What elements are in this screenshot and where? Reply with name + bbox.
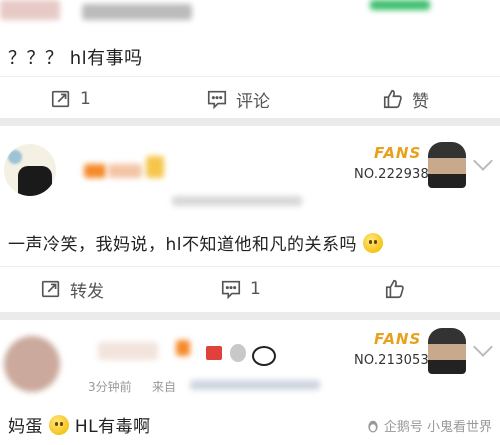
- blurred-username: [0, 0, 60, 20]
- like-button[interactable]: [384, 267, 406, 311]
- comment-label: 评论: [236, 91, 270, 112]
- blurred-username: [108, 164, 142, 178]
- smile-emoji-icon: [362, 233, 383, 253]
- post-actions: 1 评论 赞: [0, 76, 500, 121]
- repost-icon: [51, 90, 70, 108]
- smile-emoji-icon: [48, 415, 69, 435]
- post-text-pre: 妈蛋: [8, 417, 43, 437]
- like-label: 赞: [412, 91, 429, 112]
- post-card-2: FANS NO.222938 一声冷笑，我妈说，hl不知道他和凡的关系吗 转发 …: [0, 126, 500, 312]
- watermark-text: 企鹅号 小鬼看世界: [383, 420, 492, 435]
- fans-badge[interactable]: FANS NO.222938: [340, 140, 472, 190]
- like-button[interactable]: 赞: [382, 77, 429, 121]
- post-card-1: ？？？ hl有事吗 1 评论 赞: [0, 0, 500, 118]
- comment-icon: [207, 90, 227, 110]
- avatar[interactable]: [4, 336, 60, 392]
- fans-number: NO.222938: [354, 167, 429, 182]
- post-text: 一声冷笑，我妈说，hl不知道他和凡的关系吗: [8, 230, 383, 255]
- repost-count: 1: [80, 89, 91, 109]
- blurred-username: [84, 164, 106, 178]
- post-time: 3分钟前: [88, 380, 132, 394]
- repost-button[interactable]: 转发: [40, 267, 104, 311]
- watermark: 企鹅号 小鬼看世界: [366, 416, 492, 435]
- repost-label: 转发: [70, 281, 104, 302]
- comment-button[interactable]: 1: [220, 267, 261, 311]
- panda-icon: [252, 346, 276, 366]
- post-text-post: HL有毒啊: [74, 417, 151, 437]
- blurred-meta: [172, 196, 302, 206]
- post-card-3: 3分钟前 来自 FANS NO.213053 妈蛋 HL有毒啊 企鹅号 小鬼看世…: [0, 320, 500, 445]
- fans-badge[interactable]: FANS NO.213053: [340, 326, 472, 376]
- like-icon: [383, 89, 402, 109]
- post-source: 来自: [152, 380, 177, 394]
- chevron-down-icon[interactable]: [473, 337, 493, 357]
- vip-badge-icon: [206, 346, 222, 360]
- post-actions: 转发 1: [0, 266, 500, 311]
- fans-avatar: [428, 142, 466, 188]
- comment-button[interactable]: 评论: [206, 77, 270, 121]
- comment-icon: [221, 280, 241, 300]
- fans-label: FANS: [374, 144, 422, 162]
- repost-icon: [41, 280, 60, 298]
- repost-button[interactable]: 1: [50, 77, 91, 121]
- blurred-username: [82, 4, 192, 20]
- blurred-badge: [370, 0, 430, 10]
- comment-count: 1: [250, 279, 261, 299]
- blurred-badge: [176, 340, 190, 356]
- fans-avatar: [428, 328, 466, 374]
- blurred-badge: [146, 156, 164, 178]
- level-badge-icon: [230, 344, 246, 362]
- blurred-meta: [190, 380, 320, 390]
- penguin-logo-icon: [368, 420, 378, 432]
- like-icon: [385, 279, 404, 299]
- blurred-username: [98, 342, 158, 360]
- avatar[interactable]: [4, 144, 56, 196]
- fans-number: NO.213053: [354, 353, 429, 368]
- post-text-content: 一声冷笑，我妈说，hl不知道他和凡的关系吗: [8, 235, 357, 255]
- fans-label: FANS: [374, 330, 422, 348]
- chevron-down-icon[interactable]: [473, 151, 493, 171]
- post-text: 妈蛋 HL有毒啊: [8, 412, 151, 437]
- post-text: ？？？ hl有事吗: [8, 48, 143, 69]
